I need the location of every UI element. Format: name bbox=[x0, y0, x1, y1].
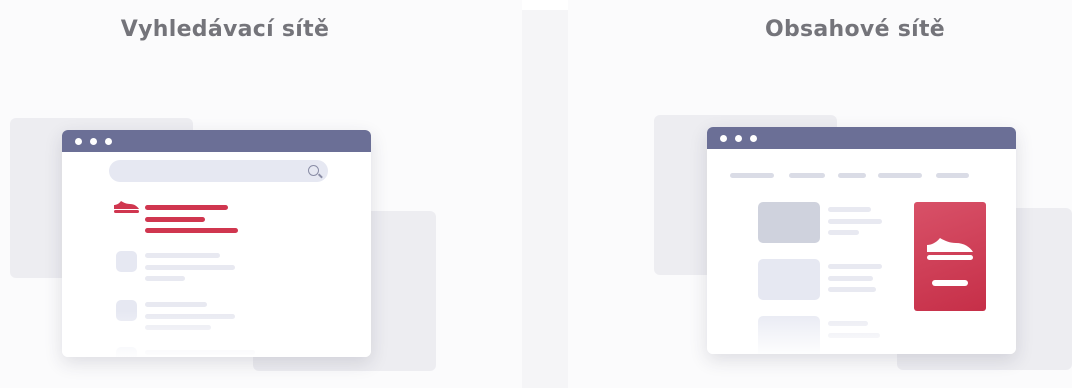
nav-placeholder bbox=[789, 173, 825, 178]
ad-cta-bar bbox=[932, 280, 968, 286]
article-line bbox=[828, 264, 882, 269]
window-dot-icon bbox=[75, 138, 82, 145]
search-browser-window bbox=[62, 130, 371, 357]
highlighted-result-line bbox=[145, 217, 205, 222]
highlighted-result-line bbox=[145, 228, 238, 233]
article-thumbnail bbox=[758, 202, 820, 243]
window-dot-icon bbox=[105, 138, 112, 145]
panel-divider bbox=[522, 10, 568, 388]
article-thumbnail bbox=[758, 259, 820, 300]
window-dot-icon bbox=[720, 135, 727, 142]
fade-overlay bbox=[707, 308, 1016, 354]
window-dot-icon bbox=[735, 135, 742, 142]
result-line bbox=[145, 253, 220, 258]
result-line bbox=[145, 302, 207, 307]
article-line bbox=[828, 276, 873, 281]
fade-overlay bbox=[62, 311, 371, 357]
article-line bbox=[828, 207, 871, 212]
window-dot-icon bbox=[750, 135, 757, 142]
sneaker-icon bbox=[927, 238, 973, 260]
article-line bbox=[828, 230, 859, 235]
display-network-title: Obsahové sítě bbox=[764, 17, 946, 42]
nav-placeholder bbox=[730, 173, 774, 178]
display-browser-window bbox=[707, 127, 1016, 354]
nav-placeholder bbox=[936, 173, 969, 178]
highlighted-result-line bbox=[145, 205, 228, 210]
search-network-title: Vyhledávací sítě bbox=[120, 17, 330, 42]
display-ad-banner bbox=[914, 202, 986, 311]
sneaker-icon bbox=[114, 201, 139, 213]
browser-titlebar bbox=[707, 127, 1016, 149]
article-line bbox=[828, 287, 876, 292]
result-line bbox=[145, 276, 185, 281]
result-thumbnail bbox=[116, 251, 137, 272]
search-bar bbox=[109, 160, 328, 182]
window-dot-icon bbox=[90, 138, 97, 145]
search-icon bbox=[308, 165, 319, 176]
article-line bbox=[828, 219, 882, 224]
nav-placeholder bbox=[878, 173, 922, 178]
browser-titlebar bbox=[62, 130, 371, 152]
nav-placeholder bbox=[838, 173, 866, 178]
result-line bbox=[145, 265, 235, 270]
